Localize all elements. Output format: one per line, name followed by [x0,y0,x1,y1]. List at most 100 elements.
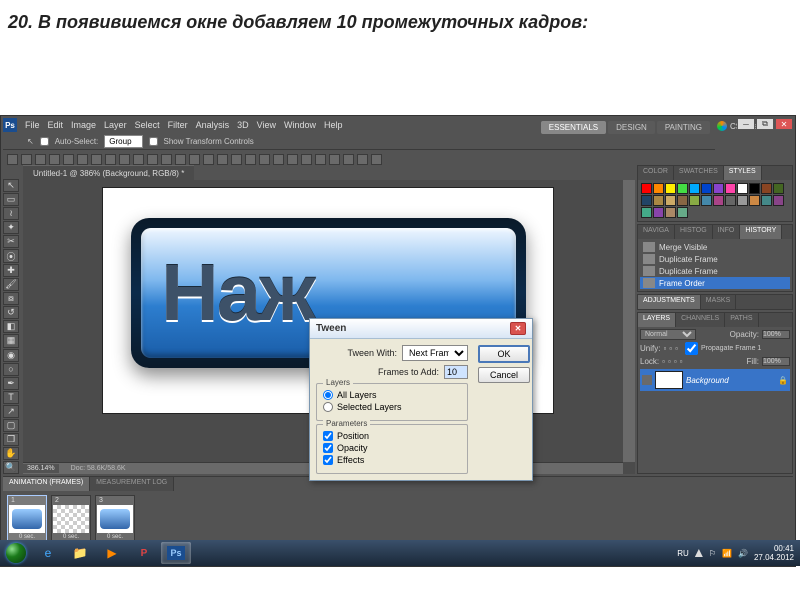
dialog-close-button[interactable]: ✕ [510,322,526,335]
all-layers-radio[interactable] [323,390,333,400]
menu-edit[interactable]: Edit [48,120,64,130]
eyedropper-tool[interactable]: ⦿ [3,249,19,263]
history-item[interactable]: Duplicate Frame [640,253,790,265]
menu-view[interactable]: View [257,120,276,130]
stamp-tool[interactable]: ⧇ [3,292,19,305]
menu-filter[interactable]: Filter [168,120,188,130]
volume-icon[interactable]: 🔊 [738,549,748,558]
swatch[interactable] [725,195,736,206]
move-tool[interactable]: ↖ [3,179,19,192]
swatch[interactable] [677,183,688,194]
menu-help[interactable]: Help [324,120,343,130]
swatch[interactable] [713,183,724,194]
swatch[interactable] [713,195,724,206]
tab-masks[interactable]: MASKS [701,295,737,309]
position-checkbox[interactable] [323,431,333,441]
history-item[interactable]: Merge Visible [640,241,790,253]
tab-styles[interactable]: STYLES [724,166,762,180]
menu-analysis[interactable]: Analysis [196,120,230,130]
swatch[interactable] [665,195,676,206]
pen-tool[interactable]: ✒ [3,377,19,390]
taskbar-media[interactable]: ▶ [97,542,127,564]
unify-icon[interactable]: ▫ [663,344,666,353]
wand-tool[interactable]: ✦ [3,221,19,234]
tab-swatches[interactable]: SWATCHES [674,166,724,180]
tab-channels[interactable]: CHANNELS [676,313,725,327]
swatch[interactable] [653,195,664,206]
menu-3d[interactable]: 3D [237,120,249,130]
swatch[interactable] [701,195,712,206]
eraser-tool[interactable]: ◧ [3,320,19,333]
tab-adjustments[interactable]: ADJUSTMENTS [638,295,701,309]
swatch[interactable] [665,207,676,218]
show-hidden-icon[interactable] [695,549,703,557]
menu-layer[interactable]: Layer [104,120,127,130]
opacity-checkbox[interactable] [323,443,333,453]
swatch[interactable] [701,183,712,194]
path-tool[interactable]: ↗ [3,405,19,418]
tab-measurement[interactable]: MEASUREMENT LOG [90,477,174,491]
taskbar-powerpoint[interactable]: P [129,542,159,564]
frame-1[interactable]: 1 0 sec. [7,495,47,542]
tab-color[interactable]: COLOR [638,166,674,180]
marquee-tool[interactable]: ▭ [3,193,19,206]
dodge-tool[interactable]: ○ [3,363,19,376]
clock[interactable]: 00:41 27.04.2012 [754,544,794,562]
history-item-active[interactable]: Frame Order [640,277,790,289]
close-button[interactable]: ✕ [775,118,793,130]
swatch[interactable] [689,195,700,206]
lock-icon[interactable]: ▫ [662,357,665,366]
visibility-icon[interactable] [642,375,652,385]
toolbar-icon[interactable] [7,154,18,165]
tab-layers[interactable]: LAYERS [638,313,676,327]
layer-background[interactable]: Background 🔒 [640,369,790,391]
lasso-tool[interactable]: ≀ [3,207,19,220]
propagate-checkbox[interactable] [685,342,698,355]
opacity-input[interactable] [762,330,790,339]
3d-tool[interactable]: ❒ [3,433,19,446]
swatch[interactable] [773,195,784,206]
fill-input[interactable] [762,357,790,366]
tab-animation[interactable]: ANIMATION (FRAMES) [3,477,90,491]
swatch[interactable] [677,207,688,218]
swatch[interactable] [665,183,676,194]
swatch[interactable] [749,195,760,206]
crop-tool[interactable]: ✂ [3,235,19,248]
zoom-level[interactable]: 386.14% [23,464,59,473]
swatch[interactable] [761,183,772,194]
swatch[interactable] [641,195,652,206]
hand-tool[interactable]: ✋ [3,447,19,460]
swatch[interactable] [677,195,688,206]
cancel-button[interactable]: Cancel [478,367,530,383]
swatch[interactable] [737,183,748,194]
workspace-painting[interactable]: PAINTING [657,121,710,134]
tab-info[interactable]: INFO [713,225,741,239]
frame-2[interactable]: 2 0 sec. [51,495,91,542]
workspace-essentials[interactable]: ESSENTIALS [541,121,606,134]
brush-tool[interactable]: 🖌 [3,278,19,291]
tween-with-select[interactable]: Next Frame [402,345,468,361]
menu-window[interactable]: Window [284,120,316,130]
swatch[interactable] [749,183,760,194]
auto-select-dropdown[interactable]: Group [104,135,142,148]
swatch[interactable] [653,207,664,218]
frame-3[interactable]: 3 0 sec. [95,495,135,542]
document-tab[interactable]: Untitled-1 @ 386% (Background, RGB/8) * [23,165,194,181]
healing-tool[interactable]: ✚ [3,264,19,277]
swatch[interactable] [737,195,748,206]
swatch[interactable] [725,183,736,194]
swatch[interactable] [653,183,664,194]
start-button[interactable] [0,540,32,566]
swatch[interactable] [641,183,652,194]
minimize-button[interactable]: ─ [737,118,755,130]
zoom-tool[interactable]: 🔍 [3,461,19,474]
selected-layers-radio[interactable] [323,402,333,412]
show-transform-checkbox[interactable] [149,137,158,146]
taskbar-explorer[interactable]: 📁 [65,542,95,564]
swatch[interactable] [641,207,652,218]
gradient-tool[interactable]: ▦ [3,334,19,347]
maximize-button[interactable]: ⧉ [756,118,774,130]
tab-navigator[interactable]: NAVIGA [638,225,675,239]
type-tool[interactable]: T [3,391,19,404]
ok-button[interactable]: OK [478,345,530,363]
